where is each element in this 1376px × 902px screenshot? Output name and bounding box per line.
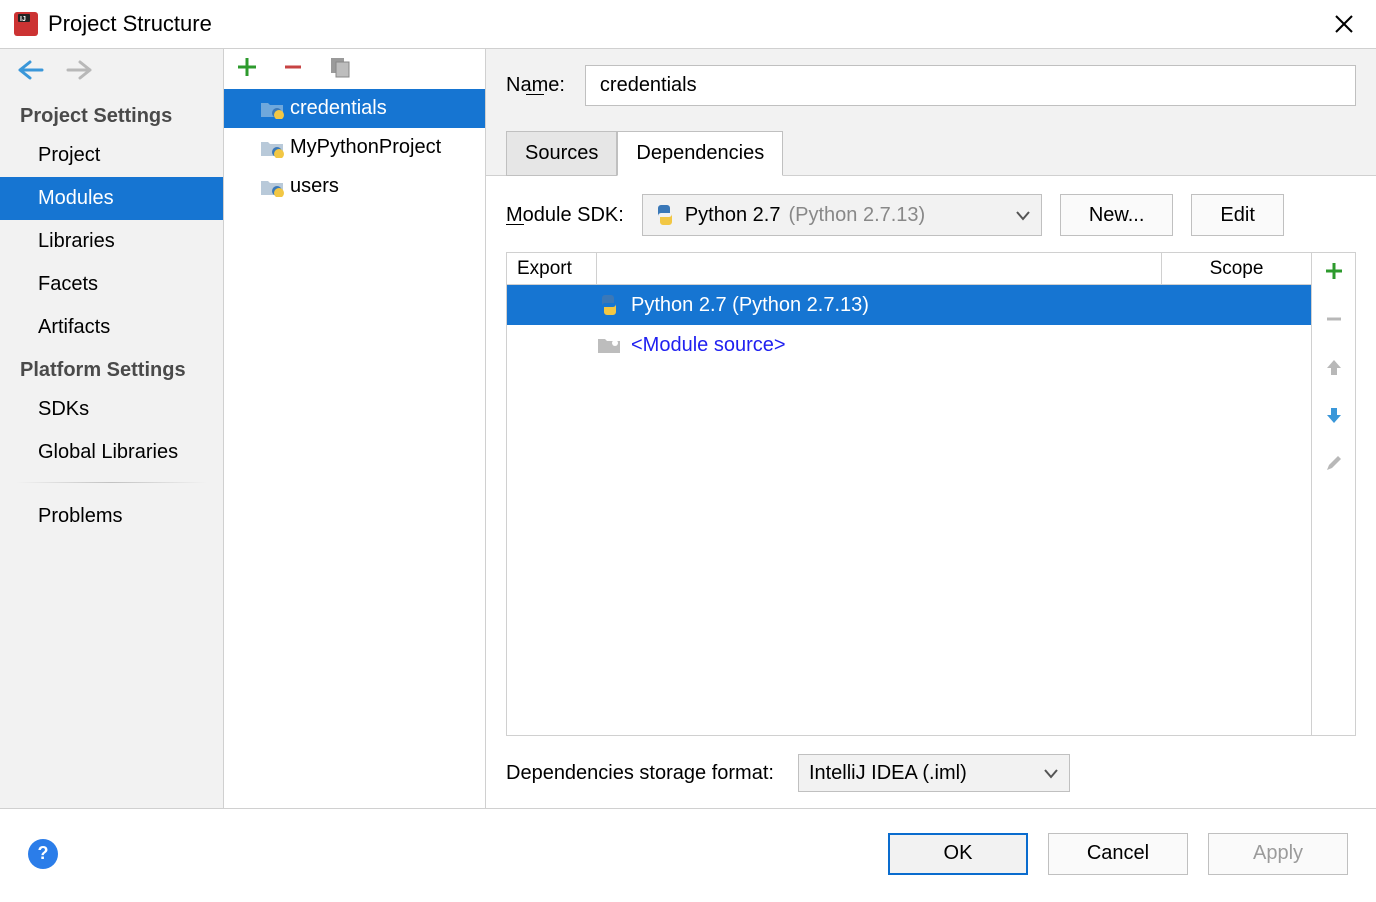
move-up-button[interactable] [1320, 353, 1348, 381]
module-list-toolbar [224, 49, 485, 89]
module-item-users[interactable]: users [224, 167, 485, 206]
storage-select[interactable]: IntelliJ IDEA (.iml) [798, 754, 1070, 792]
deps-row-python[interactable]: Python 2.7 (Python 2.7.13) [507, 285, 1311, 325]
python-folder-icon [260, 138, 284, 158]
sdk-row: Module SDK: Python 2.7 (Python 2.7.13) [506, 194, 1356, 236]
plus-icon [1324, 261, 1344, 281]
sidebar-item-artifacts[interactable]: Artifacts [0, 306, 223, 349]
module-sdk-select[interactable]: Python 2.7 (Python 2.7.13) [642, 194, 1042, 236]
ok-button[interactable]: OK [888, 833, 1028, 875]
storage-row: Dependencies storage format: IntelliJ ID… [506, 754, 1356, 792]
new-sdk-button[interactable]: New... [1060, 194, 1174, 236]
name-input[interactable] [585, 65, 1356, 106]
window-title: Project Structure [48, 11, 212, 37]
module-list: credentials MyPythonProject users [224, 49, 486, 808]
deps-label: Python 2.7 (Python 2.7.13) [631, 294, 869, 317]
sidebar-item-global-libraries[interactable]: Global Libraries [0, 431, 223, 474]
copy-icon [328, 55, 352, 79]
name-label: Name: [506, 74, 565, 97]
module-item-mypythonproject[interactable]: MyPythonProject [224, 128, 485, 167]
sidebar-nav [0, 49, 223, 95]
add-dep-button[interactable] [1320, 257, 1348, 285]
python-icon [597, 293, 621, 317]
nav-forward-button[interactable] [66, 60, 92, 85]
sidebar-item-problems[interactable]: Problems [0, 491, 223, 538]
sidebar-item-sdks[interactable]: SDKs [0, 388, 223, 431]
content-top: Name: Sources Dependencies [486, 49, 1376, 176]
remove-module-button[interactable] [282, 56, 304, 83]
col-scope[interactable]: Scope [1161, 253, 1311, 284]
remove-dep-button[interactable] [1320, 305, 1348, 333]
arrow-left-icon [18, 60, 44, 80]
module-sdk-label: Module SDK: [506, 204, 624, 227]
help-button[interactable]: ? [28, 839, 58, 869]
arrow-up-icon [1324, 357, 1344, 377]
plus-icon [236, 56, 258, 78]
tab-dependencies[interactable]: Dependencies [617, 131, 783, 176]
folder-icon [597, 335, 621, 355]
module-item-label: MyPythonProject [290, 136, 441, 159]
python-icon [653, 203, 677, 227]
titlebar: IJ Project Structure [0, 0, 1376, 48]
chevron-down-icon [1043, 765, 1059, 781]
sdk-name: Python 2.7 [685, 204, 781, 227]
tabs: Sources Dependencies [506, 130, 1356, 175]
cancel-button[interactable]: Cancel [1048, 833, 1188, 875]
python-folder-icon [260, 99, 284, 119]
minus-icon [282, 56, 304, 78]
chevron-down-icon [1015, 207, 1031, 223]
sidebar-heading-platform: Platform Settings [0, 349, 223, 388]
nav-back-button[interactable] [18, 60, 44, 85]
footer: ? OK Cancel Apply [0, 808, 1376, 898]
arrow-right-icon [66, 60, 92, 80]
sidebar-heading-project: Project Settings [0, 95, 223, 134]
deps-row-source[interactable]: <Module source> [507, 325, 1311, 365]
arrow-down-icon [1324, 405, 1344, 425]
deps-side-toolbar [1311, 253, 1355, 735]
storage-value: IntelliJ IDEA (.iml) [809, 762, 967, 785]
dependencies-table: Export Scope Python 2.7 (Python 2.7.13) [507, 253, 1311, 735]
footer-buttons: OK Cancel Apply [888, 833, 1348, 875]
svg-text:IJ: IJ [20, 16, 26, 23]
minus-icon [1324, 309, 1344, 329]
sidebar-item-libraries[interactable]: Libraries [0, 220, 223, 263]
edit-sdk-button[interactable]: Edit [1191, 194, 1283, 236]
main-area: Project Settings Project Modules Librari… [0, 48, 1376, 808]
apply-button[interactable]: Apply [1208, 833, 1348, 875]
sdk-version: (Python 2.7.13) [788, 204, 925, 227]
module-item-label: credentials [290, 97, 387, 120]
close-button[interactable] [1330, 10, 1358, 38]
name-row: Name: [506, 65, 1356, 106]
storage-label: Dependencies storage format: [506, 762, 774, 785]
help-icon: ? [38, 843, 49, 864]
content-body: Module SDK: Python 2.7 (Python 2.7.13) [486, 176, 1376, 808]
sidebar-item-project[interactable]: Project [0, 134, 223, 177]
edit-dep-button[interactable] [1320, 449, 1348, 477]
python-folder-icon [260, 177, 284, 197]
app-icon: IJ [12, 10, 40, 38]
deps-label: <Module source> [631, 334, 786, 357]
pencil-icon [1324, 453, 1344, 473]
col-export[interactable]: Export [507, 253, 597, 284]
deps-header: Export Scope [507, 253, 1311, 285]
sidebar-item-modules[interactable]: Modules [0, 177, 223, 220]
module-item-credentials[interactable]: credentials [224, 89, 485, 128]
tab-sources[interactable]: Sources [506, 131, 617, 176]
close-icon [1334, 14, 1354, 34]
module-item-label: users [290, 175, 339, 198]
sidebar-divider [16, 482, 207, 483]
dependencies-area: Export Scope Python 2.7 (Python 2.7.13) [506, 252, 1356, 736]
copy-module-button[interactable] [328, 55, 352, 84]
move-down-button[interactable] [1320, 401, 1348, 429]
add-module-button[interactable] [236, 56, 258, 83]
sidebar: Project Settings Project Modules Librari… [0, 49, 224, 808]
content-panel: Name: Sources Dependencies Module SDK: P [486, 49, 1376, 808]
sidebar-item-facets[interactable]: Facets [0, 263, 223, 306]
